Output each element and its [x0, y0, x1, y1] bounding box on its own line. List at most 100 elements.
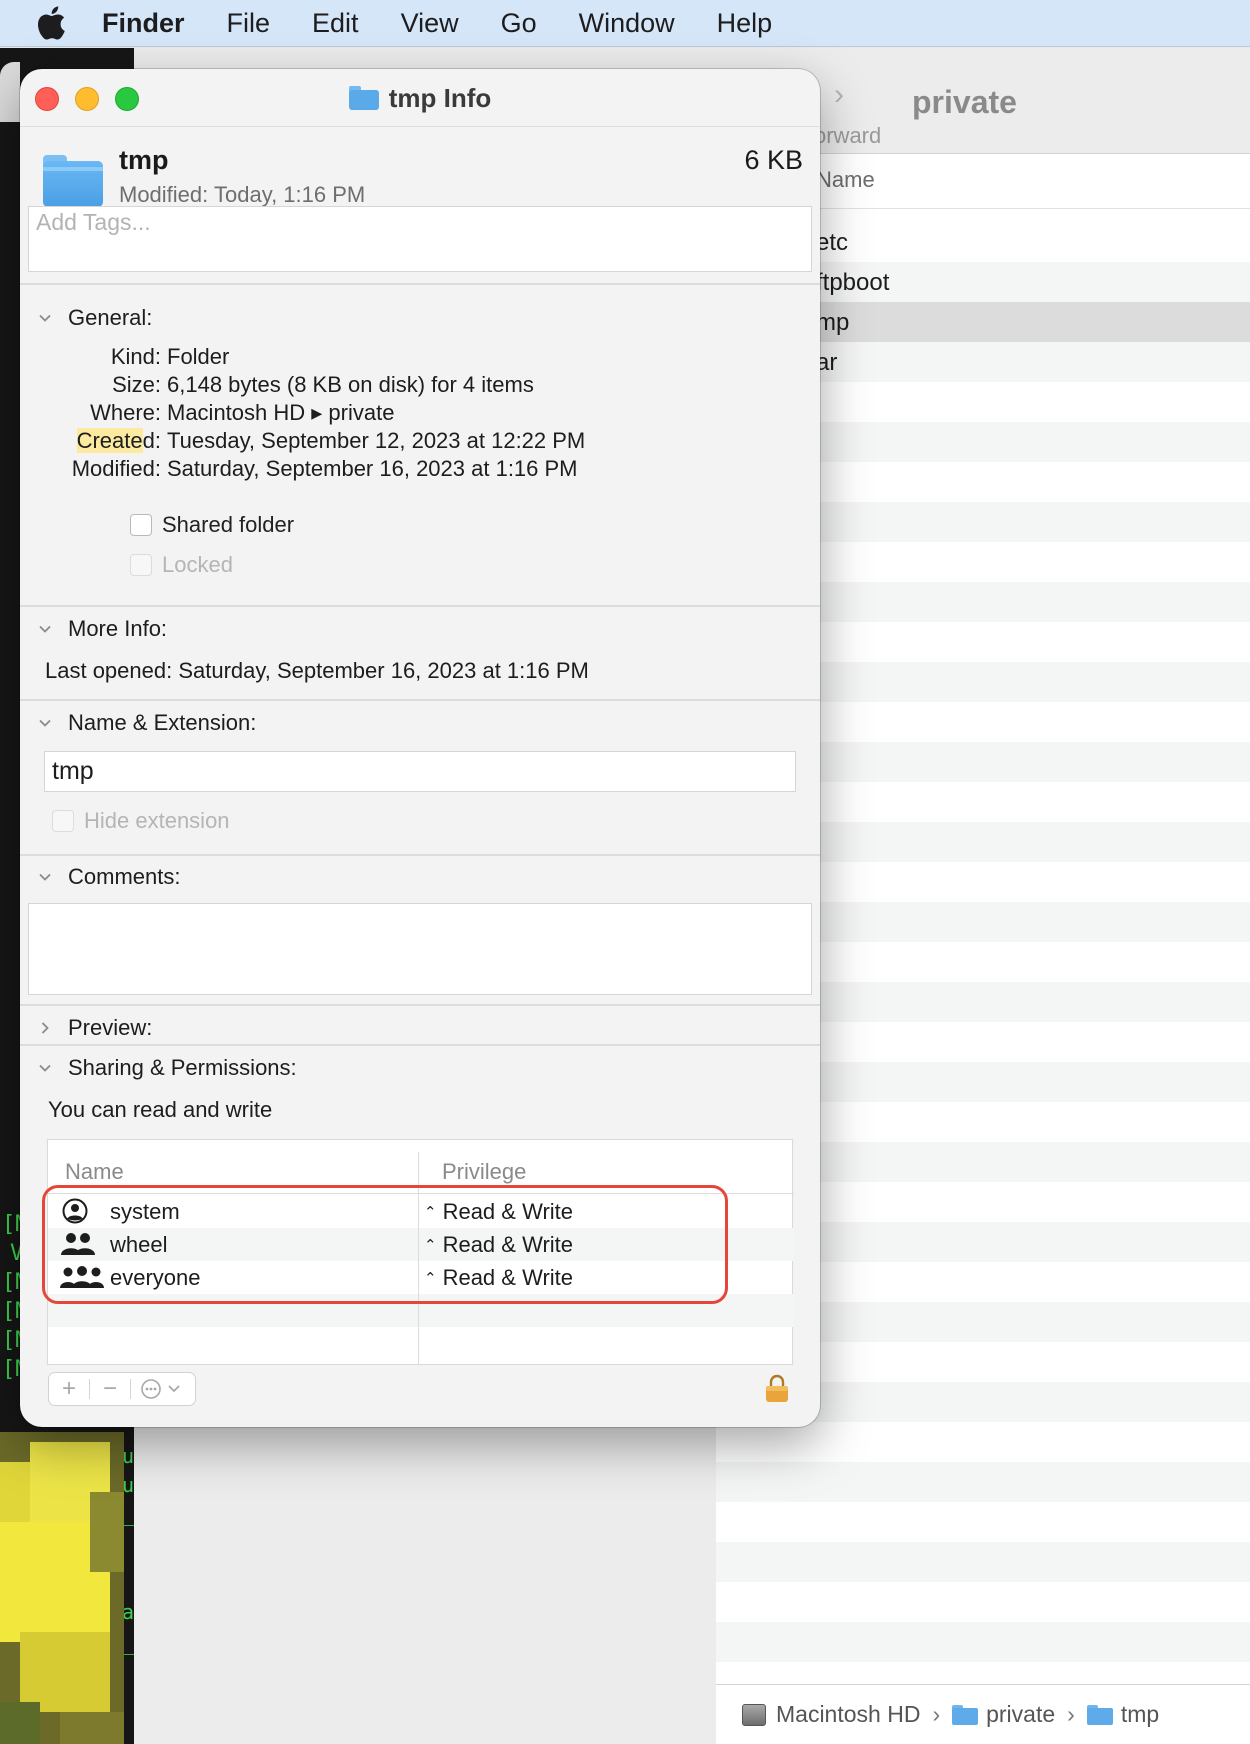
info-value: 6,148 bytes (8 KB on disk) for 4 items	[167, 372, 534, 397]
menu-finder[interactable]: Finder	[102, 8, 185, 39]
section-sharing-header[interactable]: Sharing & Permissions:	[34, 1055, 297, 1081]
apple-logo-icon[interactable]	[36, 6, 66, 40]
modified-summary: Modified: Today, 1:16 PM	[119, 182, 365, 208]
hard-drive-icon	[742, 1703, 766, 1726]
comments-textarea[interactable]	[29, 904, 811, 994]
section-name-extension-header[interactable]: Name & Extension:	[34, 710, 256, 736]
list-item-empty	[716, 1422, 1250, 1462]
background-window-edge	[0, 62, 20, 122]
info-value: Saturday, September 16, 2023 at 1:16 PM	[167, 456, 578, 481]
section-title: Comments:	[68, 864, 181, 889]
close-button[interactable]	[35, 87, 59, 111]
section-title: General:	[68, 305, 153, 330]
menu-view[interactable]: View	[401, 8, 459, 39]
modified-value: Today, 1:16 PM	[214, 182, 366, 207]
folder-icon	[43, 155, 103, 207]
forward-chevron-icon[interactable]: ›	[834, 78, 844, 112]
list-item-empty	[716, 1542, 1250, 1582]
chevron-down-icon[interactable]	[34, 307, 56, 329]
list-item-label: ftpboot	[816, 269, 890, 296]
comments-field[interactable]	[28, 903, 812, 995]
path-item-label: private	[986, 1701, 1056, 1727]
minimize-button[interactable]	[75, 87, 99, 111]
finder-title: private	[912, 84, 1017, 120]
list-item-empty	[716, 1502, 1250, 1542]
path-item-label: Macintosh HD	[776, 1701, 921, 1727]
info-row-modified: Modified: Saturday, September 16, 2023 a…	[28, 456, 578, 482]
checkbox-box[interactable]	[130, 514, 152, 536]
hide-extension-checkbox[interactable]: Hide extension	[52, 808, 230, 834]
action-menu-button[interactable]	[131, 1373, 195, 1405]
section-title: Name & Extension:	[68, 710, 257, 735]
checkbox-box[interactable]	[130, 554, 152, 576]
menu-window[interactable]: Window	[579, 8, 675, 39]
menu-edit[interactable]: Edit	[312, 8, 359, 39]
window-title-label: tmp Info	[388, 82, 492, 113]
path-item-label: tmp	[1120, 1701, 1160, 1727]
locked-checkbox[interactable]: Locked	[130, 552, 233, 578]
remove-button[interactable]: −	[90, 1373, 130, 1405]
info-key: Created:	[28, 428, 167, 454]
chevron-down-icon[interactable]	[34, 712, 56, 734]
path-item-tmp[interactable]: tmp	[1086, 1701, 1160, 1728]
info-key: Size:	[112, 372, 161, 397]
modified-label: Modified:	[119, 182, 209, 207]
checkbox-box[interactable]	[52, 810, 74, 832]
section-more-info-header[interactable]: More Info:	[34, 616, 167, 642]
info-value: Macintosh HD ▸ private	[167, 400, 395, 425]
menu-file[interactable]: File	[227, 8, 271, 39]
get-info-window: tmp Info tmp 6 KB Modified: Today, 1:16 …	[20, 69, 820, 1427]
divider	[20, 283, 820, 285]
tags-field[interactable]	[28, 206, 812, 272]
forward-label: orward	[814, 123, 882, 148]
list-item-empty	[716, 1622, 1250, 1662]
chevron-right-icon[interactable]	[34, 1017, 56, 1039]
info-value: Folder	[167, 344, 230, 369]
permission-controls: + −	[48, 1372, 196, 1406]
divider	[20, 1044, 820, 1046]
section-preview-header[interactable]: Preview:	[34, 1015, 152, 1041]
window-title: tmp Info	[20, 69, 820, 127]
checkbox-label: Shared folder	[162, 512, 295, 537]
folder-icon	[1086, 1704, 1113, 1725]
divider	[20, 1004, 820, 1006]
info-value: Tuesday, September 12, 2023 at 12:22 PM	[167, 428, 586, 453]
section-general-header[interactable]: General:	[34, 305, 152, 331]
add-button[interactable]: +	[49, 1373, 89, 1405]
item-name: tmp	[119, 145, 169, 175]
list-item-empty	[716, 1582, 1250, 1622]
chevron-down-icon[interactable]	[34, 1057, 56, 1079]
section-title: Sharing & Permissions:	[68, 1055, 297, 1080]
path-separator-icon: ›	[1067, 1701, 1075, 1727]
ellipsis-circle-icon	[141, 1379, 180, 1399]
name-input[interactable]	[45, 752, 795, 791]
info-key: Kind:	[110, 344, 161, 369]
shared-folder-checkbox[interactable]: Shared folder	[130, 512, 294, 538]
list-item-label: etc	[816, 229, 849, 256]
path-item-private[interactable]: private	[952, 1701, 1055, 1728]
path-separator-icon: ›	[932, 1701, 941, 1727]
folder-icon	[952, 1704, 979, 1725]
column-header-privilege[interactable]: Privilege	[442, 1159, 526, 1185]
access-summary: You can read and write	[48, 1097, 273, 1122]
section-comments-header[interactable]: Comments:	[34, 864, 180, 890]
name-field[interactable]	[44, 751, 796, 792]
search-highlight: Create	[76, 428, 143, 453]
folder-icon	[348, 86, 379, 110]
info-row-created: Created: Tuesday, September 12, 2023 at …	[28, 428, 585, 454]
menu-go[interactable]: Go	[501, 8, 537, 39]
path-bar: Macintosh HD › private › tmp	[716, 1684, 1250, 1744]
chevron-down-icon[interactable]	[34, 866, 56, 888]
title-bar[interactable]: tmp Info	[20, 69, 820, 127]
divider	[20, 854, 820, 856]
zoom-button[interactable]	[115, 87, 139, 111]
list-item-label: mp	[816, 309, 850, 336]
lock-icon[interactable]	[764, 1373, 790, 1403]
info-key: Where:	[90, 400, 161, 425]
menu-help[interactable]: Help	[717, 8, 773, 39]
section-title: Preview:	[68, 1015, 153, 1040]
path-item-macintosh-hd[interactable]: Macintosh HD	[742, 1701, 920, 1728]
tags-input[interactable]	[29, 207, 811, 271]
column-header-name[interactable]: Name	[65, 1159, 124, 1185]
chevron-down-icon[interactable]	[34, 618, 56, 640]
